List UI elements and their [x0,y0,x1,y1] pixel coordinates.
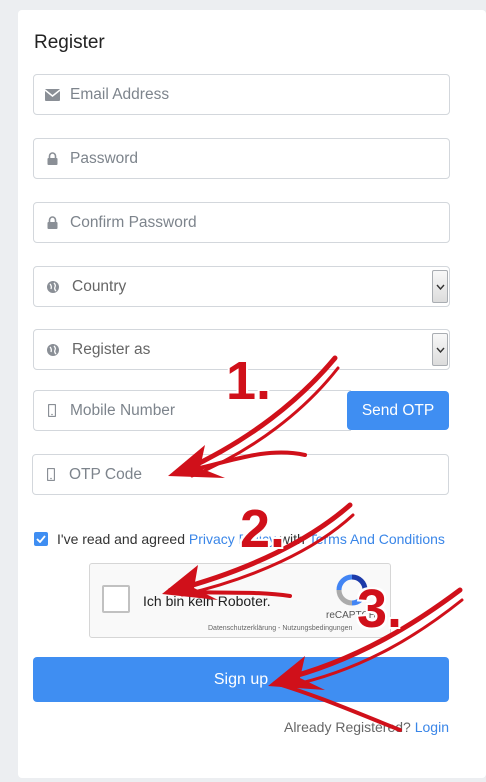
confirm-password-placeholder: Confirm Password [70,213,197,231]
register-as-placeholder: Register as [72,340,151,358]
lock-icon [34,152,70,165]
mobile-phone-icon [33,468,69,481]
globe-icon [34,343,72,356]
recaptcha-links[interactable]: Datenschutzerklärung - Nutzungsbedingung… [208,625,352,632]
login-link[interactable]: Login [415,719,449,735]
password-field[interactable]: Password [33,138,450,179]
email-placeholder: Email Address [70,85,170,103]
agree-checkbox[interactable] [34,532,48,546]
otp-placeholder: OTP Code [69,465,142,483]
envelope-icon [34,88,70,101]
step-3-label: 3. [357,579,403,639]
mobile-phone-icon [34,404,70,417]
already-registered-row: Already Registered? Login [284,719,449,735]
confirm-password-field[interactable]: Confirm Password [33,202,450,243]
otp-code-field[interactable]: OTP Code [32,454,449,495]
sign-up-button[interactable]: Sign up [33,657,449,702]
agree-prefix: I've read and agreed [57,531,185,547]
country-placeholder: Country [72,277,127,295]
send-otp-button[interactable]: Send OTP [347,391,449,430]
recaptcha-widget: Ich bin kein Roboter. reCAPTCHA Datensch… [89,563,391,638]
password-placeholder: Password [70,149,139,167]
country-select[interactable]: Country [33,266,450,307]
page-title: Register [34,32,105,53]
recaptcha-label: Ich bin kein Roboter. [143,593,271,609]
lock-icon [34,216,70,229]
step-2-label: 2. [240,499,286,559]
email-field[interactable]: Email Address [33,74,450,115]
recaptcha-checkbox[interactable] [102,585,130,613]
mobile-placeholder: Mobile Number [70,401,176,419]
chevron-down-icon[interactable] [432,333,448,366]
mobile-number-field[interactable]: Mobile Number [33,390,351,431]
step-1-label: 1. [226,351,272,411]
globe-icon [34,280,72,293]
chevron-down-icon[interactable] [432,270,448,303]
already-registered-text: Already Registered? [283,719,411,735]
terms-link[interactable]: Terms And Conditions [309,531,445,547]
